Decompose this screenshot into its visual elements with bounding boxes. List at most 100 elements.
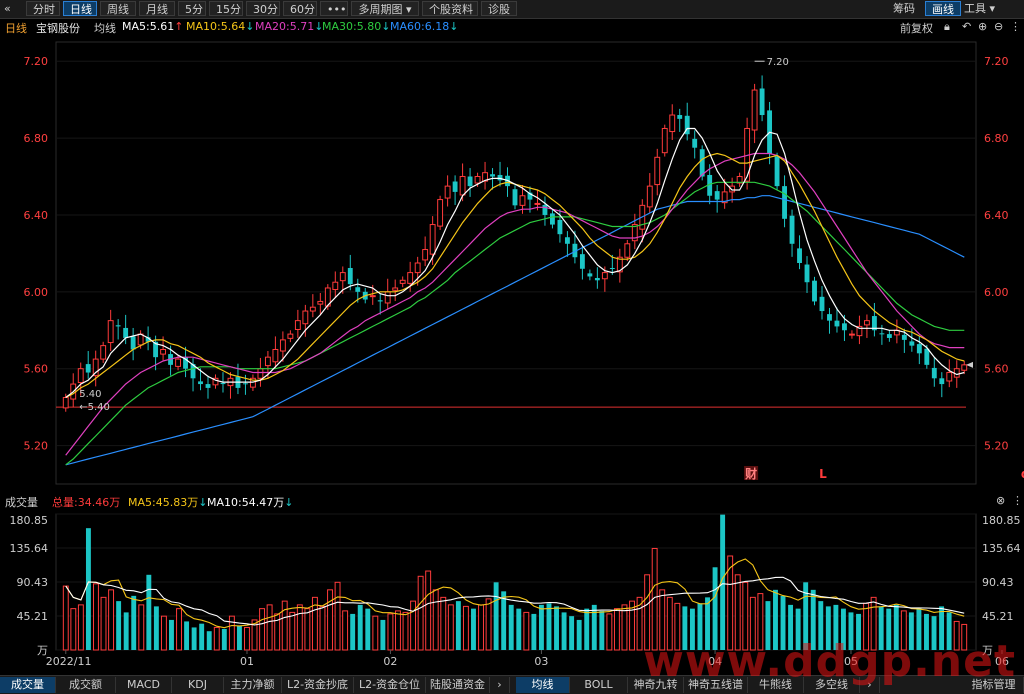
volume-bar <box>281 600 288 651</box>
tab-magic-five[interactable]: 神奇五线谱 <box>684 677 748 693</box>
tab-l2-position[interactable]: L2-资金仓位 <box>354 677 426 693</box>
tab-period-3[interactable]: 月线 <box>139 1 175 16</box>
volume-bar <box>765 601 771 650</box>
volume-total: 总量:34.46万 <box>52 496 121 509</box>
candle-body <box>677 115 683 119</box>
volume-bar <box>508 604 514 650</box>
tab-turnover[interactable]: 成交额 <box>56 677 116 693</box>
volume-bar <box>591 604 597 650</box>
volume-chart[interactable]: 180.85 180.85 135.64 135.64 90.43 90.43 45.21 4… <box>0 510 1024 674</box>
tab-long-short[interactable]: 多空线 <box>804 677 860 693</box>
back-icon[interactable]: « <box>4 1 11 16</box>
volume-bar <box>682 606 688 650</box>
volume-bar <box>334 581 341 651</box>
tab-period-6[interactable]: 30分 <box>246 1 280 16</box>
tab-kdj[interactable]: KDJ <box>172 677 224 693</box>
event-marker[interactable]: 财 <box>744 466 757 481</box>
indicator-manage-button[interactable]: 指标管理 <box>964 677 1024 693</box>
tab-l2-bottom[interactable]: L2-资金抄底 <box>282 677 354 693</box>
volume-ma5: MA5:45.83万↓ <box>128 496 208 509</box>
volume-bar <box>62 585 69 651</box>
candlestick-chart[interactable]: 7.20 7.20 6.80 6.80 6.40 6.40 6.00 6.00 5.60 5.60… <box>0 36 1024 490</box>
tab-period-0[interactable]: 分时 <box>26 1 60 16</box>
tab-period-2[interactable]: 周线 <box>100 1 136 16</box>
tools-menu[interactable]: 工具 ▾ <box>964 1 995 16</box>
candle-body <box>879 333 885 335</box>
ma5-legend: MA5:5.61↑ <box>122 20 184 33</box>
volume-bar <box>296 604 303 651</box>
candle-body <box>85 364 91 373</box>
candle-body <box>497 174 503 181</box>
candle-body <box>355 287 361 292</box>
event-marker[interactable]: L <box>819 467 827 481</box>
tab-period-4[interactable]: 5分 <box>178 1 206 16</box>
candle-body <box>849 333 855 336</box>
tab-period-1[interactable]: 日线 <box>63 1 97 16</box>
candle-body <box>198 381 203 385</box>
candle-body <box>594 277 600 281</box>
candle-body <box>886 334 892 338</box>
more-icon[interactable]: ⋮ <box>1012 494 1023 507</box>
tab-period-7[interactable]: 60分 <box>283 1 317 16</box>
volume-bar <box>742 581 749 651</box>
tab-period-11[interactable]: 诊股 <box>481 1 517 16</box>
volume-bar <box>395 610 401 651</box>
avg-line-label[interactable]: 均线 <box>94 20 116 36</box>
x-tick-label: 04 <box>708 655 722 668</box>
candle-body <box>264 356 271 367</box>
volume-bar <box>176 608 182 651</box>
y-tick-right: 7.20 <box>984 55 1009 68</box>
close-volume-icon[interactable]: ⊗ <box>996 494 1005 507</box>
volume-bar <box>689 608 695 650</box>
tab-period-9[interactable]: 多周期图 ▾ <box>351 1 419 16</box>
zoom-out-icon[interactable]: ⊖ <box>994 20 1003 33</box>
x-tick-label: 05 <box>844 655 858 668</box>
y-tick-left: 7.20 <box>24 55 49 68</box>
volume-bar <box>674 602 681 651</box>
tab-period-5[interactable]: 15分 <box>209 1 243 16</box>
tab-period-8[interactable]: ••• <box>320 1 348 16</box>
volume-bar <box>108 589 115 651</box>
tab-magic-nine[interactable]: 神奇九转 <box>628 677 684 693</box>
draw-line-button[interactable]: 画线 <box>925 1 961 16</box>
more-icon[interactable]: ⋮ <box>1010 20 1021 33</box>
chips-button[interactable]: 筹码 <box>893 1 915 16</box>
volume-bar <box>93 583 99 651</box>
candle-body <box>347 267 353 285</box>
volume-bar <box>455 601 461 650</box>
tab-hk-flow[interactable]: 陆股通资金 <box>426 677 490 693</box>
lock-icon[interactable]: 🔒︎ <box>944 20 950 34</box>
volume-bar <box>644 574 651 651</box>
volume-bar <box>734 574 741 651</box>
candle-body <box>609 267 615 269</box>
candle-body <box>272 348 279 363</box>
volume-ma10: MA10:54.47万↓ <box>207 496 294 509</box>
tab-more-arrow[interactable]: › <box>490 677 510 693</box>
volume-bar <box>606 613 613 651</box>
tab-main-net[interactable]: 主力净额 <box>224 677 282 693</box>
adjust-mode[interactable]: 前复权 <box>900 20 933 36</box>
candle-body <box>834 320 840 327</box>
tab-more-arrow-2[interactable]: › <box>860 677 880 693</box>
candle-body <box>789 215 795 244</box>
volume-bar <box>380 619 386 650</box>
tab-bull-bear[interactable]: 牛熊线 <box>748 677 804 693</box>
candle-body <box>205 384 211 388</box>
candle-body <box>77 368 84 384</box>
volume-legend-row: 成交量 总量:34.46万 MA5:45.83万↓ MA10:54.47万↓ ⊗… <box>0 493 1024 509</box>
tab-boll[interactable]: BOLL <box>570 677 628 693</box>
volume-bar <box>810 589 816 650</box>
candle-body <box>279 339 286 352</box>
volume-bar <box>85 528 91 650</box>
tab-period-10[interactable]: 个股资料 <box>422 1 478 16</box>
stock-name[interactable]: 宝钢股份 <box>36 20 80 36</box>
candle-body <box>384 291 391 304</box>
undo-icon[interactable]: ↶ <box>962 20 971 33</box>
y-tick-right: 5.20 <box>984 440 1009 453</box>
volume-bar <box>471 608 476 650</box>
tab-ma[interactable]: 均线 <box>516 677 570 693</box>
tab-macd[interactable]: MACD <box>116 677 172 693</box>
zoom-in-icon[interactable]: ⊕ <box>978 20 987 33</box>
tab-volume[interactable]: 成交量 <box>0 677 56 693</box>
vol-y-tick-left: 45.21 <box>17 610 49 623</box>
